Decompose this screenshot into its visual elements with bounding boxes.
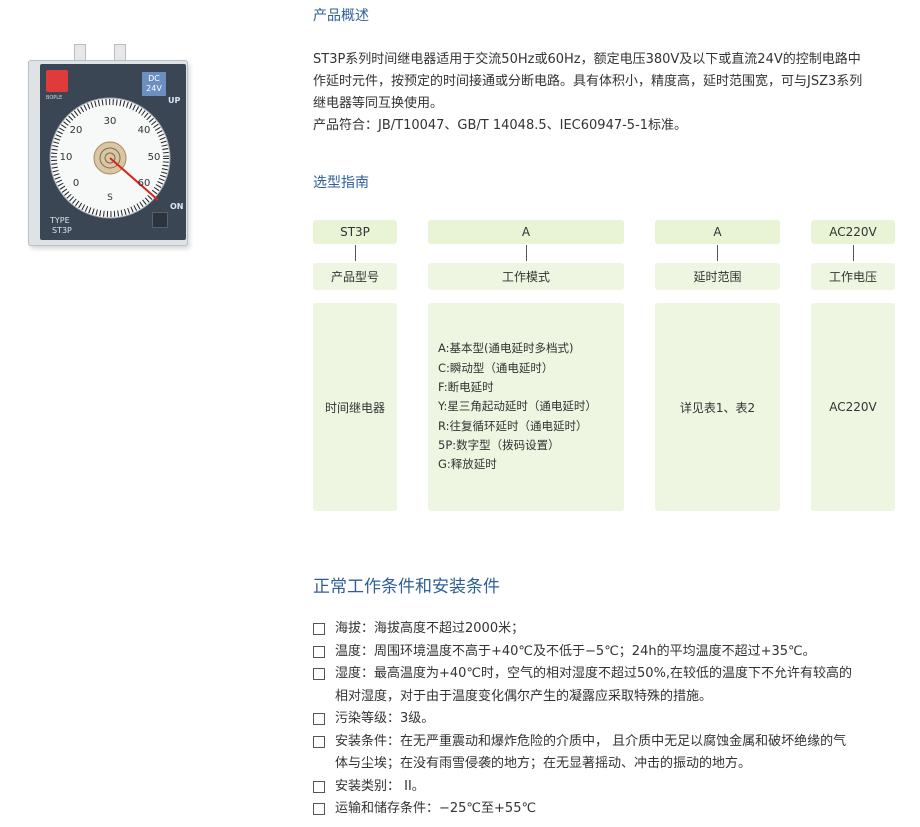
mode-item: 5P:数字型（拨码设置） [438, 437, 560, 452]
overview-line: 产品符合：JB/T10047、GB/T 14048.5、IEC60947-5-1… [313, 118, 688, 133]
mode-item: C:瞬动型（通电延时） [438, 360, 554, 375]
label-model: 产品型号 [313, 263, 397, 290]
checkbox-icon [313, 803, 325, 815]
product-image: BOPLE DC 24V UP 30 40 20 50 10 60 0 S ON… [22, 44, 194, 250]
mode-item: G:释放延时 [438, 457, 497, 472]
overview-line: 作延时元件，按预定的时间接通或分断电路。具有体积小，精度高，延时范围宽，可与JS… [313, 74, 863, 89]
overview-line: ST3P系列时间继电器适用于交流50Hz或60Hz，额定电压380V及以下或直流… [313, 52, 861, 67]
voltage-badge: DC 24V [142, 72, 166, 96]
condition-item: 湿度：最高温度为+40℃时，空气的相对湿度不超过50%,在较低的温度下不允许有较… [313, 663, 913, 686]
dial-number: 30 [104, 116, 117, 127]
checkbox-icon [313, 735, 325, 748]
dial-number: 50 [148, 152, 161, 163]
mode-item: R:往复循环延时（通电延时） [438, 418, 588, 433]
detail-modes: A:基本型(通电延时多档式) C:瞬动型（通电延时） F:断电延时 Y:星三角起… [428, 303, 624, 511]
detail-model: 时间继电器 [313, 303, 397, 511]
condition-item: 运输和储存条件：−25℃至+55℃ [313, 798, 913, 821]
connector-line [355, 245, 356, 261]
condition-item: 污染等级：3级。 [313, 708, 913, 731]
label-voltage: 工作电压 [811, 263, 895, 290]
checkbox-icon [313, 713, 325, 725]
condition-item: 安装条件：在无严重震动和爆炸危险的介质中， 且介质中无足以腐蚀金属和破坏绝缘的气 [313, 731, 913, 754]
condition-item: 温度：周围环境温度不高于+40℃及不低于−5℃；24h的平均温度不超过+35℃。 [313, 641, 913, 664]
code-range: A [655, 220, 780, 244]
condition-item: 安装类别： II。 [313, 776, 913, 799]
dial-number: 60 [138, 178, 151, 189]
mode-item: Y:星三角起动延时（通电延时） [438, 399, 597, 414]
switch-icon [152, 212, 168, 228]
relay-face: BOPLE DC 24V UP 30 40 20 50 10 60 0 S ON… [40, 64, 186, 240]
detail-voltage: AC220V [811, 303, 895, 511]
time-dial: 30 40 20 50 10 60 0 S [49, 97, 171, 219]
dial-number: 40 [138, 125, 151, 136]
label-mode: 工作模式 [428, 263, 624, 290]
connector-line [717, 245, 718, 261]
overview-title: 产品概述 [313, 8, 369, 24]
condition-item: 海拔：海拔高度不超过2000米； [313, 618, 913, 641]
code-mode: A [428, 220, 624, 244]
mode-item: F:断电延时 [438, 380, 494, 395]
condition-continuation: 体与尘埃；在没有雨雪侵袭的地方；在无显著摇动、冲击的振动的地方。 [335, 756, 752, 771]
checkbox-icon [313, 668, 325, 680]
on-label: ON [170, 202, 184, 211]
code-voltage: AC220V [811, 220, 895, 244]
detail-range: 详见表1、表2 [655, 303, 780, 511]
guide-title: 选型指南 [313, 175, 369, 191]
dial-number: 0 [73, 178, 79, 189]
dial-number: 20 [70, 125, 83, 136]
mode-item: A:基本型(通电延时多档式) [438, 341, 574, 356]
type-label: TYPE [50, 216, 70, 225]
label-range: 延时范围 [655, 263, 780, 290]
condition-continuation: 相对湿度，对于由于温度变化偶尔产生的凝露应采取特殊的措施。 [335, 688, 713, 704]
checkbox-icon [313, 623, 325, 635]
overview-text: ST3P系列时间继电器适用于交流50Hz或60Hz，额定电压380V及以下或直流… [313, 49, 913, 137]
checkbox-icon [313, 645, 325, 658]
overview-line: 继电器等同互换使用。 [313, 96, 444, 111]
connector-line [526, 245, 527, 261]
conditions-title: 正常工作条件和安装条件 [313, 577, 500, 597]
checkbox-icon [313, 780, 325, 793]
mode-list: A:基本型(通电延时多档式) C:瞬动型（通电延时） F:断电延时 Y:星三角起… [438, 339, 597, 474]
brand-logo-icon [46, 70, 68, 92]
model-label: ST3P [52, 226, 72, 235]
dial-number: 10 [60, 152, 73, 163]
conditions-list: 海拔：海拔高度不超过2000米； 温度：周围环境温度不高于+40℃及不低于−5℃… [313, 618, 913, 821]
code-model: ST3P [313, 220, 397, 244]
connector-line [853, 245, 854, 261]
dial-unit: S [107, 193, 113, 203]
